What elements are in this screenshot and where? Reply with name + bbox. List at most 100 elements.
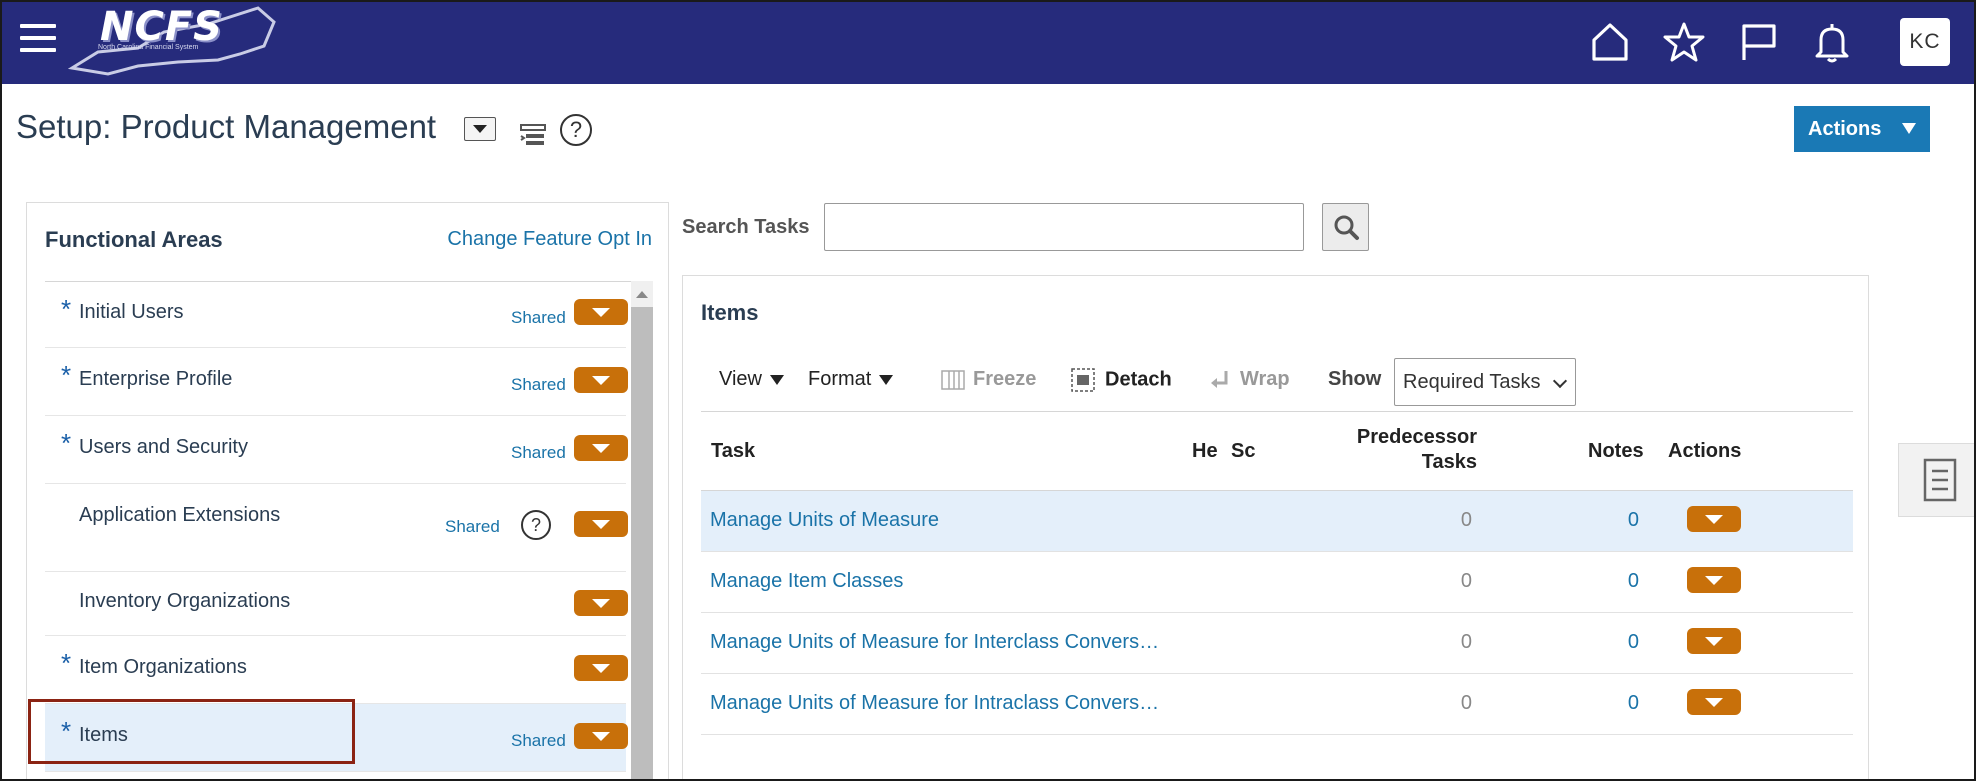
functional-area-inventory-organizations[interactable]: Inventory Organizations xyxy=(45,572,628,636)
actions-label: Actions xyxy=(1808,118,1882,140)
table-row[interactable]: Manage Units of Measure 0 0 xyxy=(701,491,1853,552)
functional-area-actions-button[interactable] xyxy=(574,299,628,325)
actions-menu-button[interactable]: Actions xyxy=(1794,106,1930,152)
task-actions-button[interactable] xyxy=(1687,689,1741,715)
help-icon[interactable]: ? xyxy=(560,114,592,146)
predecessor-count: 0 xyxy=(1460,692,1472,714)
items-panel-title: Items xyxy=(701,300,759,325)
home-icon[interactable] xyxy=(1588,20,1632,64)
functional-area-actions-button[interactable] xyxy=(574,511,628,537)
selection-highlight-outline xyxy=(28,699,355,764)
task-actions-button[interactable] xyxy=(1687,628,1741,654)
search-icon xyxy=(1334,215,1359,240)
scrollbar-thumb[interactable] xyxy=(631,307,653,779)
notes-count-link[interactable]: 0 xyxy=(1619,570,1639,593)
table-top-border xyxy=(701,411,1853,412)
help-icon[interactable]: ? xyxy=(521,510,551,540)
functional-area-actions-button[interactable] xyxy=(574,435,628,461)
functional-area-actions-button[interactable] xyxy=(574,590,628,616)
detach-label: Detach xyxy=(1105,368,1172,391)
functional-area-actions-button[interactable] xyxy=(574,655,628,681)
functional-area-label: Users and Security xyxy=(79,436,248,458)
task-link[interactable]: Manage Units of Measure xyxy=(710,509,939,532)
column-header-predecessor[interactable]: Predecessor xyxy=(1323,426,1477,449)
shared-badge: Shared xyxy=(511,731,566,750)
required-marker: * xyxy=(61,648,72,678)
show-filter-select[interactable]: Required Tasks xyxy=(1394,358,1576,406)
functional-area-application-extensions[interactable]: Application Extensions Shared ? xyxy=(45,484,628,572)
column-header-task[interactable]: Task xyxy=(711,440,755,463)
shared-badge: Shared xyxy=(511,308,566,327)
task-actions-button[interactable] xyxy=(1687,567,1741,593)
column-header-actions: Actions xyxy=(1668,440,1742,462)
drawer-tasks-icon xyxy=(1923,458,1957,502)
column-header-predecessor-tasks[interactable]: Tasks xyxy=(1323,451,1477,474)
task-actions-button[interactable] xyxy=(1687,506,1741,532)
shared-badge: Shared xyxy=(511,443,566,462)
task-link[interactable]: Manage Units of Measure for Interclass C… xyxy=(710,631,1159,654)
freeze-icon xyxy=(941,369,965,390)
search-tasks-input[interactable] xyxy=(824,203,1304,251)
title-dropdown-icon[interactable] xyxy=(464,117,496,141)
functional-area-enterprise-profile[interactable]: * Enterprise Profile Shared xyxy=(45,348,628,416)
task-flow-icon[interactable] xyxy=(519,120,549,148)
detach-button[interactable]: Detach xyxy=(1071,368,1172,392)
wrap-icon xyxy=(1211,370,1228,388)
chevron-down-icon xyxy=(770,374,784,385)
hamburger-menu-icon[interactable] xyxy=(20,24,56,56)
shared-badge: Shared xyxy=(445,517,500,536)
format-menu[interactable]: Format xyxy=(808,368,894,391)
app-window: NCFS North Carolina Financial System KC … xyxy=(0,0,1976,781)
predecessor-count: 0 xyxy=(1460,570,1472,592)
scroll-up-icon[interactable] xyxy=(636,291,648,298)
chevron-down-icon xyxy=(1552,373,1568,389)
functional-area-actions-button[interactable] xyxy=(574,367,628,393)
bell-icon[interactable] xyxy=(1810,20,1854,64)
table-row[interactable]: Manage Units of Measure for Intraclass C… xyxy=(701,674,1853,735)
wrap-label: Wrap xyxy=(1240,368,1290,390)
format-menu-label: Format xyxy=(808,368,872,390)
view-menu-label: View xyxy=(719,368,762,390)
column-header-notes[interactable]: Notes xyxy=(1588,440,1644,463)
notes-count-link[interactable]: 0 xyxy=(1619,692,1639,715)
notes-count-link[interactable]: 0 xyxy=(1619,631,1639,654)
chevron-down-icon xyxy=(1902,123,1916,134)
notes-count-link[interactable]: 0 xyxy=(1619,509,1639,532)
items-panel: Items View Format Freeze Detach Wrap Sho… xyxy=(682,275,1869,779)
required-marker: * xyxy=(61,294,72,324)
functional-area-label: Inventory Organizations xyxy=(79,590,291,612)
functional-area-label: Enterprise Profile xyxy=(79,368,233,390)
global-header: NCFS North Carolina Financial System KC xyxy=(2,2,1974,84)
functional-area-label: Initial Users xyxy=(79,301,184,323)
functional-area-label: Item Organizations xyxy=(79,656,247,678)
detach-icon xyxy=(1071,368,1095,392)
flag-icon[interactable] xyxy=(1736,20,1780,64)
table-row[interactable]: Manage Item Classes 0 0 xyxy=(701,552,1853,613)
predecessor-count: 0 xyxy=(1460,509,1472,531)
ncfs-logo[interactable]: NCFS North Carolina Financial System xyxy=(67,2,278,82)
functional-area-item-organizations[interactable]: * Item Organizations xyxy=(45,636,628,704)
user-avatar[interactable]: KC xyxy=(1900,18,1950,66)
wrap-button[interactable]: Wrap xyxy=(1208,368,1290,391)
view-menu[interactable]: View xyxy=(719,368,784,391)
task-link[interactable]: Manage Item Classes xyxy=(710,570,903,593)
functional-area-users-and-security[interactable]: * Users and Security Shared xyxy=(45,416,628,484)
functional-areas-scrollbar[interactable] xyxy=(631,281,653,779)
tasks-drawer-tab[interactable] xyxy=(1898,443,1974,517)
freeze-button[interactable]: Freeze xyxy=(941,368,1036,391)
functional-area-initial-users[interactable]: * Initial Users Shared xyxy=(45,282,628,348)
task-link[interactable]: Manage Units of Measure for Intraclass C… xyxy=(710,692,1159,715)
page-title: Setup: Product Management xyxy=(16,108,437,145)
functional-area-actions-button[interactable] xyxy=(574,723,628,749)
column-header-he[interactable]: He xyxy=(1192,440,1218,463)
required-marker: * xyxy=(61,428,72,458)
change-feature-opt-in-link[interactable]: Change Feature Opt In xyxy=(447,228,652,251)
freeze-label: Freeze xyxy=(973,368,1037,390)
required-marker: * xyxy=(61,360,72,390)
star-icon[interactable] xyxy=(1662,20,1706,64)
chevron-down-icon xyxy=(879,374,894,385)
search-button[interactable] xyxy=(1322,203,1369,251)
logo-subtitle: North Carolina Financial System xyxy=(98,44,199,51)
column-header-sc[interactable]: Sc xyxy=(1231,440,1262,463)
table-row[interactable]: Manage Units of Measure for Interclass C… xyxy=(701,613,1853,674)
